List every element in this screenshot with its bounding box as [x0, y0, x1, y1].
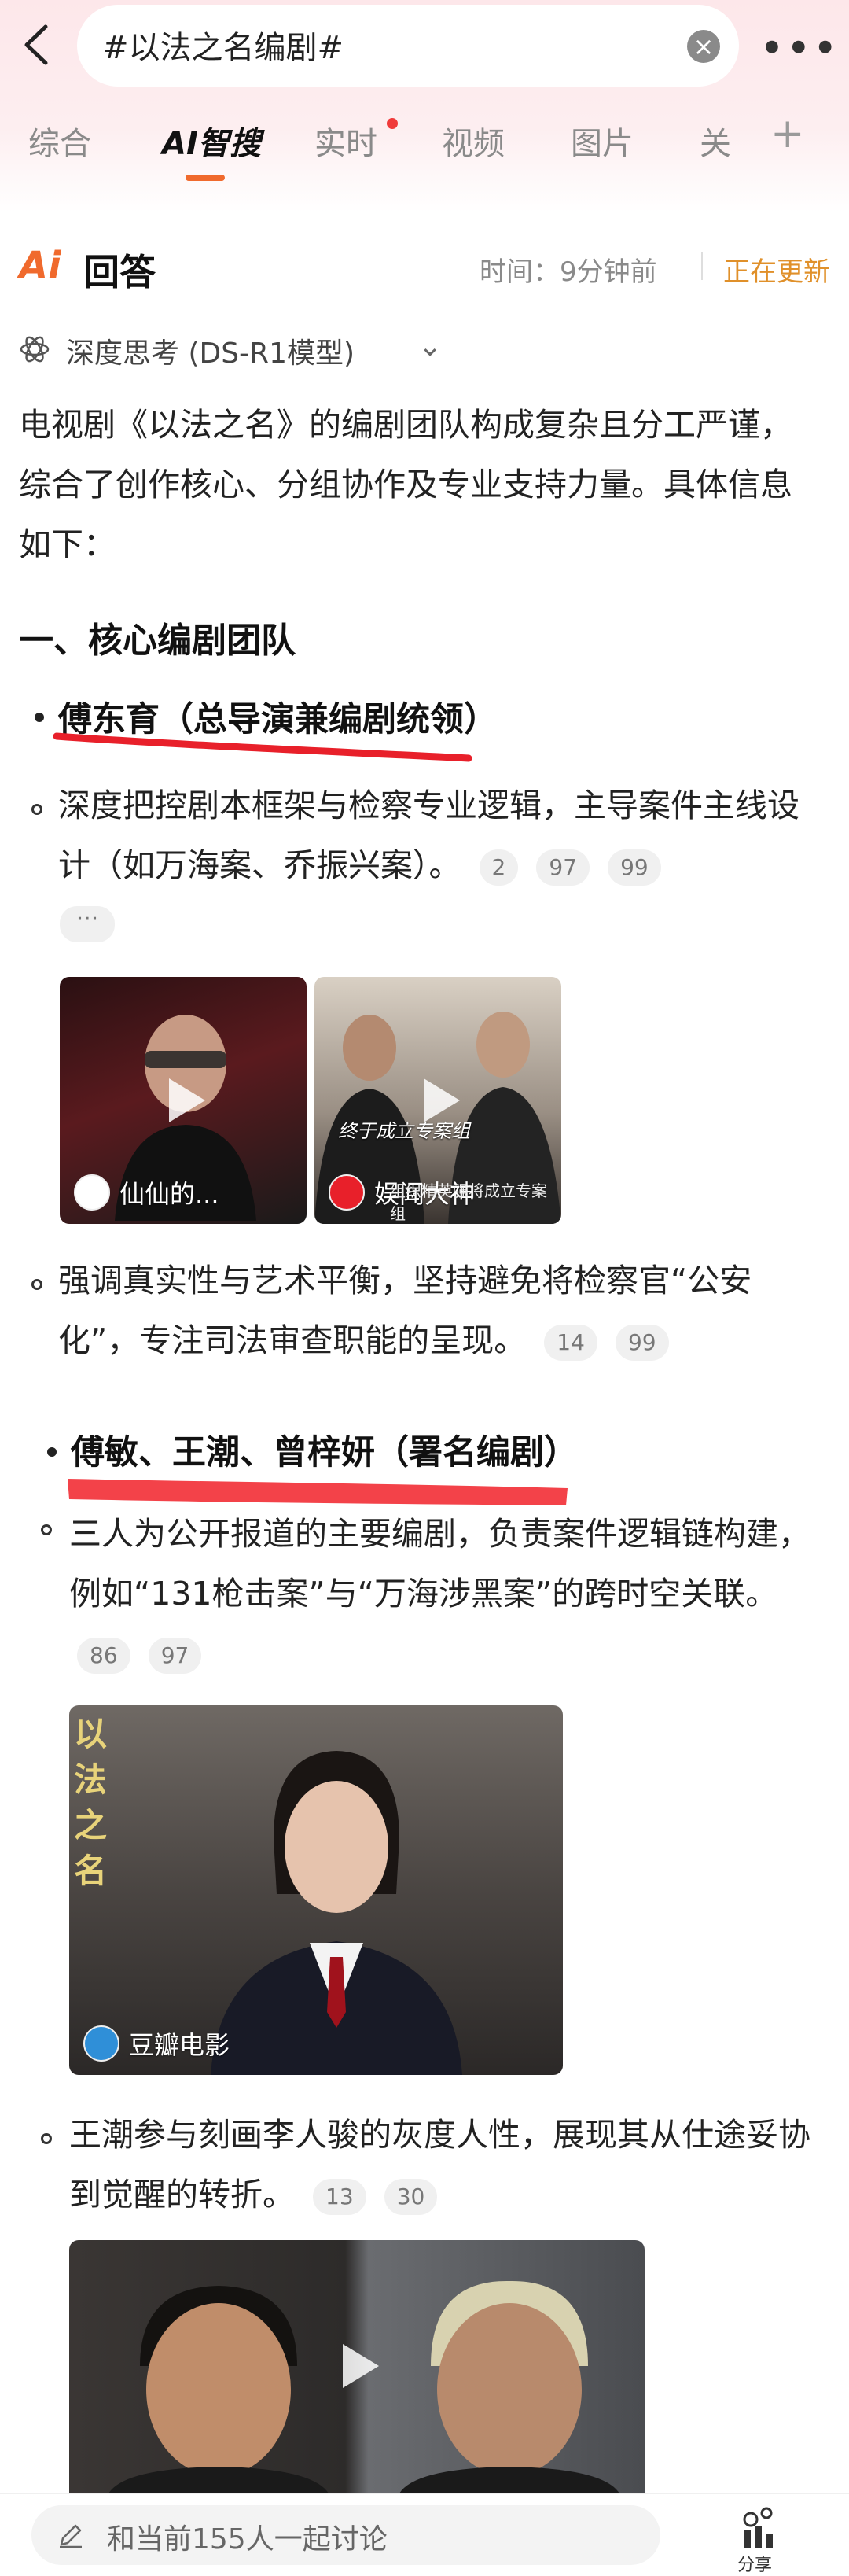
image-source-chip: 豆瓣电影 [83, 2025, 230, 2062]
red-underline-annotation [53, 732, 472, 762]
video-card-3[interactable] [69, 2240, 645, 2493]
active-tab-indicator [186, 175, 225, 181]
more-citations-button[interactable]: ··· [60, 906, 115, 942]
video-author-chip: 仙仙的... [74, 1174, 219, 1211]
citation-badge[interactable]: 14 [544, 1325, 597, 1361]
chevron-down-icon[interactable]: ⌄ [418, 330, 442, 363]
more-icon[interactable]: ••• [759, 24, 840, 73]
answer-header: Ai 回答 时间：9分钟前 正在更新 [19, 236, 836, 299]
image-source-name: 豆瓣电影 [129, 2030, 230, 2060]
sub-bullet-ring [41, 1524, 52, 1535]
tab-realtime[interactable]: 实时 [314, 118, 377, 164]
back-icon[interactable] [11, 17, 66, 72]
bullet2-detail-1: 三人为公开报道的主要编剧，负责案件逻辑链构建，例如“131枪击案”与“万海涉黑案… [69, 1504, 816, 1683]
answer-time: 时间：9分钟前 [480, 256, 657, 288]
citation-badge[interactable]: 86 [77, 1638, 130, 1674]
search-bar[interactable]: #以法之名编剧# × [77, 5, 739, 87]
pen-icon [60, 2524, 82, 2548]
citation-badge[interactable]: 2 [479, 849, 519, 886]
clear-icon[interactable]: × [687, 30, 720, 63]
video-card-1[interactable]: 仙仙的... [60, 977, 307, 1224]
avatar [83, 2025, 119, 2062]
image-watermark: 以法之名 [74, 1715, 108, 1890]
section-heading: 一、核心编剧团队 [19, 621, 296, 661]
share-icon[interactable] [735, 2504, 782, 2551]
video-card-2[interactable]: 终于成立专案组 娱闻大神 组织精英强将成立专案组 [314, 977, 561, 1224]
avatar [329, 1174, 365, 1211]
bottom-bar: 和当前155人一起讨论 分享 [0, 2493, 849, 2575]
bullet1-detail-1-text: 深度把控剧本框架与检察专业逻辑，主导案件主线设计（如万海案、乔振兴案）。 [58, 787, 799, 884]
bullet-dot [47, 1447, 57, 1457]
play-icon[interactable] [325, 2335, 388, 2397]
citation-badge[interactable]: 97 [148, 1638, 202, 1674]
answer-intro: 电视剧《以法之名》的编剧团队构成复杂且分工严谨，综合了创作核心、分组协作及专业支… [19, 406, 792, 563]
ai-logo-icon: Ai [19, 244, 61, 288]
bullet2-detail-1-text: 三人为公开报道的主要编剧，负责案件逻辑链构建，例如“131枪击案”与“万海涉黑案… [69, 1515, 810, 1612]
atom-icon [20, 336, 50, 363]
discuss-placeholder: 和当前155人一起讨论 [107, 2523, 388, 2556]
discuss-input[interactable]: 和当前155人一起讨论 [31, 2505, 660, 2565]
search-input[interactable]: #以法之名编剧# [102, 22, 344, 68]
update-status: 正在更新 [723, 256, 830, 288]
bullet-dot [35, 713, 44, 722]
citation-badge[interactable]: 97 [536, 849, 590, 886]
red-highlight-annotation [68, 1479, 568, 1505]
bullet2-detail-2-text: 王潮参与刻画李人骏的灰度人性，展现其从仕途妥协到觉醒的转折。 [69, 2116, 810, 2213]
citation-badge[interactable]: 99 [608, 849, 661, 886]
citation-badge[interactable]: 30 [384, 2179, 438, 2215]
tab-comprehensive[interactable]: 综合 [28, 118, 91, 164]
sub-bullet-ring [41, 2133, 52, 2144]
new-badge-dot [387, 118, 398, 129]
sub-bullet-ring [31, 1279, 42, 1290]
bullet1-detail-2: 强调真实性与艺术平衡，坚持避免将检察官“公安化”，专注司法审查职能的呈现。 14… [58, 1251, 813, 1370]
citation-badge[interactable]: 99 [615, 1325, 669, 1361]
divider [701, 252, 703, 280]
play-icon[interactable] [406, 1069, 469, 1132]
share-label: 分享 [737, 2556, 773, 2575]
play-icon[interactable] [152, 1069, 215, 1132]
avatar [74, 1174, 110, 1211]
tab-bar: 综合 AI智搜 实时 视频 图片 关 [0, 118, 849, 173]
prosecutor-portrait [211, 1751, 462, 2075]
bullet2-detail-2: 王潮参与刻画李人骏的灰度人性，展现其从仕途妥协到觉醒的转折。 13 30 [69, 2105, 816, 2224]
actor-face-left [108, 2286, 329, 2493]
video-subtitle: 组织精英强将成立专案组 [390, 1181, 547, 1223]
image-card[interactable]: 以法之名 豆瓣电影 [69, 1705, 563, 2075]
actor-face-right [399, 2280, 619, 2493]
tab-follow[interactable]: 关 [700, 118, 731, 164]
model-selector[interactable]: 深度思考 (DS-R1模型) [66, 330, 355, 371]
add-tab-icon[interactable]: + [770, 110, 805, 157]
sub-bullet-ring [31, 804, 42, 815]
tab-ai-search[interactable]: AI智搜 [162, 118, 261, 164]
answer-title: 回答 [83, 251, 156, 293]
video-author-name: 仙仙的... [119, 1179, 219, 1209]
citation-badge[interactable]: 13 [313, 2179, 366, 2215]
tab-video[interactable]: 视频 [442, 118, 505, 164]
bullet1-detail-1: 深度把控剧本框架与检察专业逻辑，主导案件主线设计（如万海案、乔振兴案）。 2 9… [58, 776, 813, 895]
tab-images[interactable]: 图片 [571, 118, 634, 164]
